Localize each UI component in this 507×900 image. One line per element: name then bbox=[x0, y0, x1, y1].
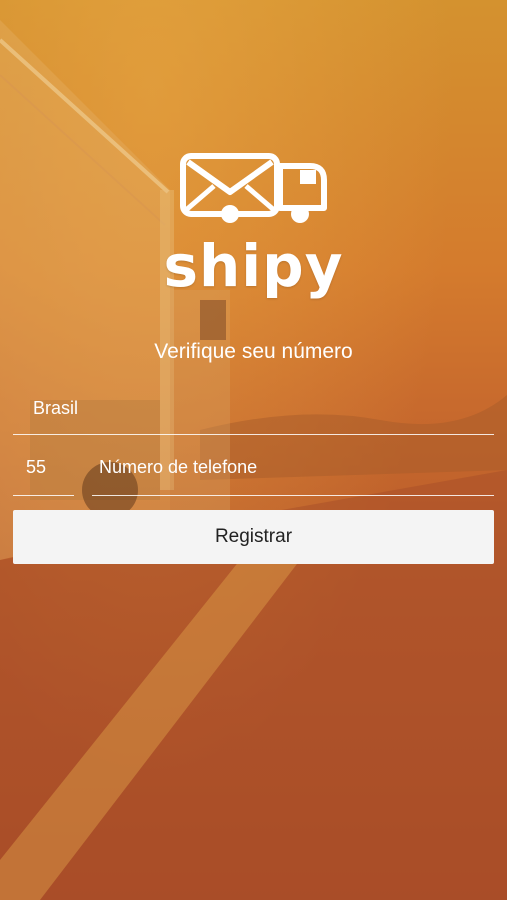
envelope-truck-icon bbox=[180, 153, 327, 223]
country-code-field[interactable]: 55 bbox=[13, 445, 74, 496]
phone-number-input[interactable]: Número de telefone bbox=[92, 445, 494, 496]
brand-wordmark: shipy bbox=[163, 232, 344, 300]
register-button[interactable]: Registrar bbox=[13, 510, 494, 564]
country-selector[interactable]: Brasil bbox=[13, 380, 494, 435]
verify-title: Verifique seu número bbox=[154, 340, 353, 363]
